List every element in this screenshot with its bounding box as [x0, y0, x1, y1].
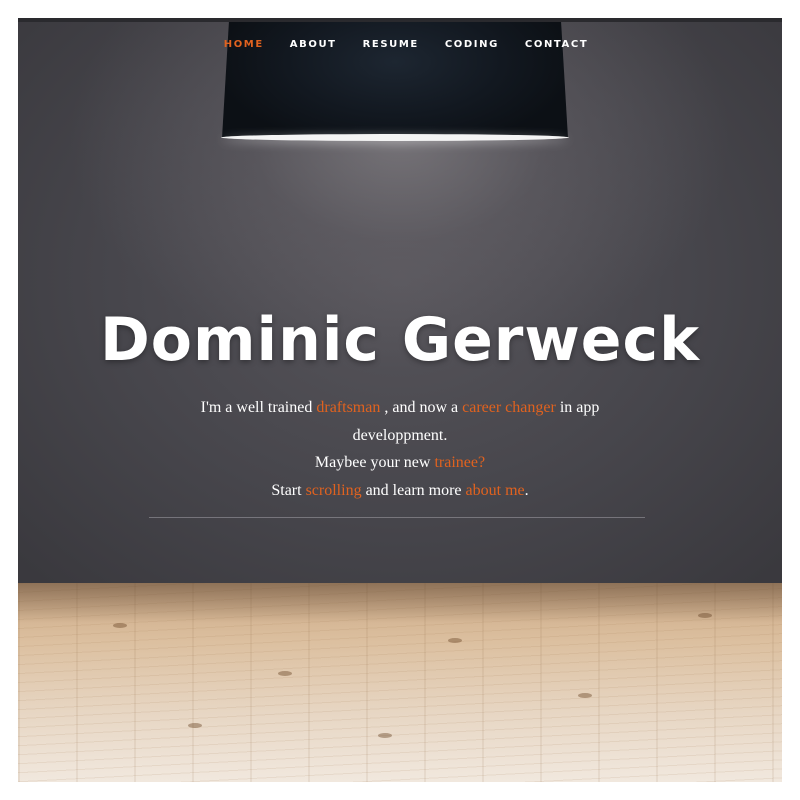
- about-me-link[interactable]: about me: [466, 482, 525, 499]
- intro-line-4: Start scrolling and learn more about me.: [118, 477, 682, 505]
- nav-item-coding[interactable]: CODING: [445, 37, 499, 53]
- lamp-light-rim: [221, 134, 569, 141]
- intro-text: in app: [555, 399, 600, 416]
- main-nav: HOME ABOUT RESUME CODING CONTACT: [18, 37, 782, 53]
- intro-text: .: [524, 481, 529, 499]
- floor-knot: [378, 733, 392, 738]
- hero-divider: [149, 517, 645, 518]
- intro-text: and learn more: [361, 481, 466, 499]
- nav-item-contact[interactable]: CONTACT: [525, 37, 588, 53]
- floor-knot: [113, 623, 127, 628]
- intro-text: Start: [271, 481, 306, 499]
- intro-line-3: Maybee your new trainee?: [118, 449, 682, 477]
- floor-knot: [578, 693, 592, 698]
- intro-line-1: I'm a well trained draftsman , and now a…: [118, 394, 682, 422]
- career-changer-link[interactable]: career changer: [462, 399, 556, 416]
- intro-text: I'm a well trained: [200, 399, 317, 416]
- hero-intro: I'm a well trained draftsman , and now a…: [118, 394, 682, 504]
- scrolling-link[interactable]: scrolling: [306, 482, 362, 499]
- trainee-link[interactable]: trainee?: [434, 454, 485, 471]
- nav-item-about[interactable]: ABOUT: [290, 37, 337, 53]
- floor-knot: [278, 671, 292, 676]
- nav-item-resume[interactable]: RESUME: [363, 37, 419, 53]
- page-title: Dominic Gerweck: [100, 305, 700, 375]
- draftsman-link[interactable]: draftsman: [316, 399, 380, 416]
- intro-text: Maybee your new: [314, 454, 435, 471]
- hero-section: HOME ABOUT RESUME CODING CONTACT Dominic…: [18, 18, 782, 782]
- intro-text: , and now a: [380, 399, 463, 416]
- floor-knot: [188, 723, 202, 728]
- floor-knot: [448, 638, 462, 643]
- intro-line-2: developpment.: [352, 426, 448, 444]
- floor-shadow: [18, 583, 782, 623]
- top-edge: [18, 18, 782, 22]
- nav-item-home[interactable]: HOME: [224, 37, 264, 53]
